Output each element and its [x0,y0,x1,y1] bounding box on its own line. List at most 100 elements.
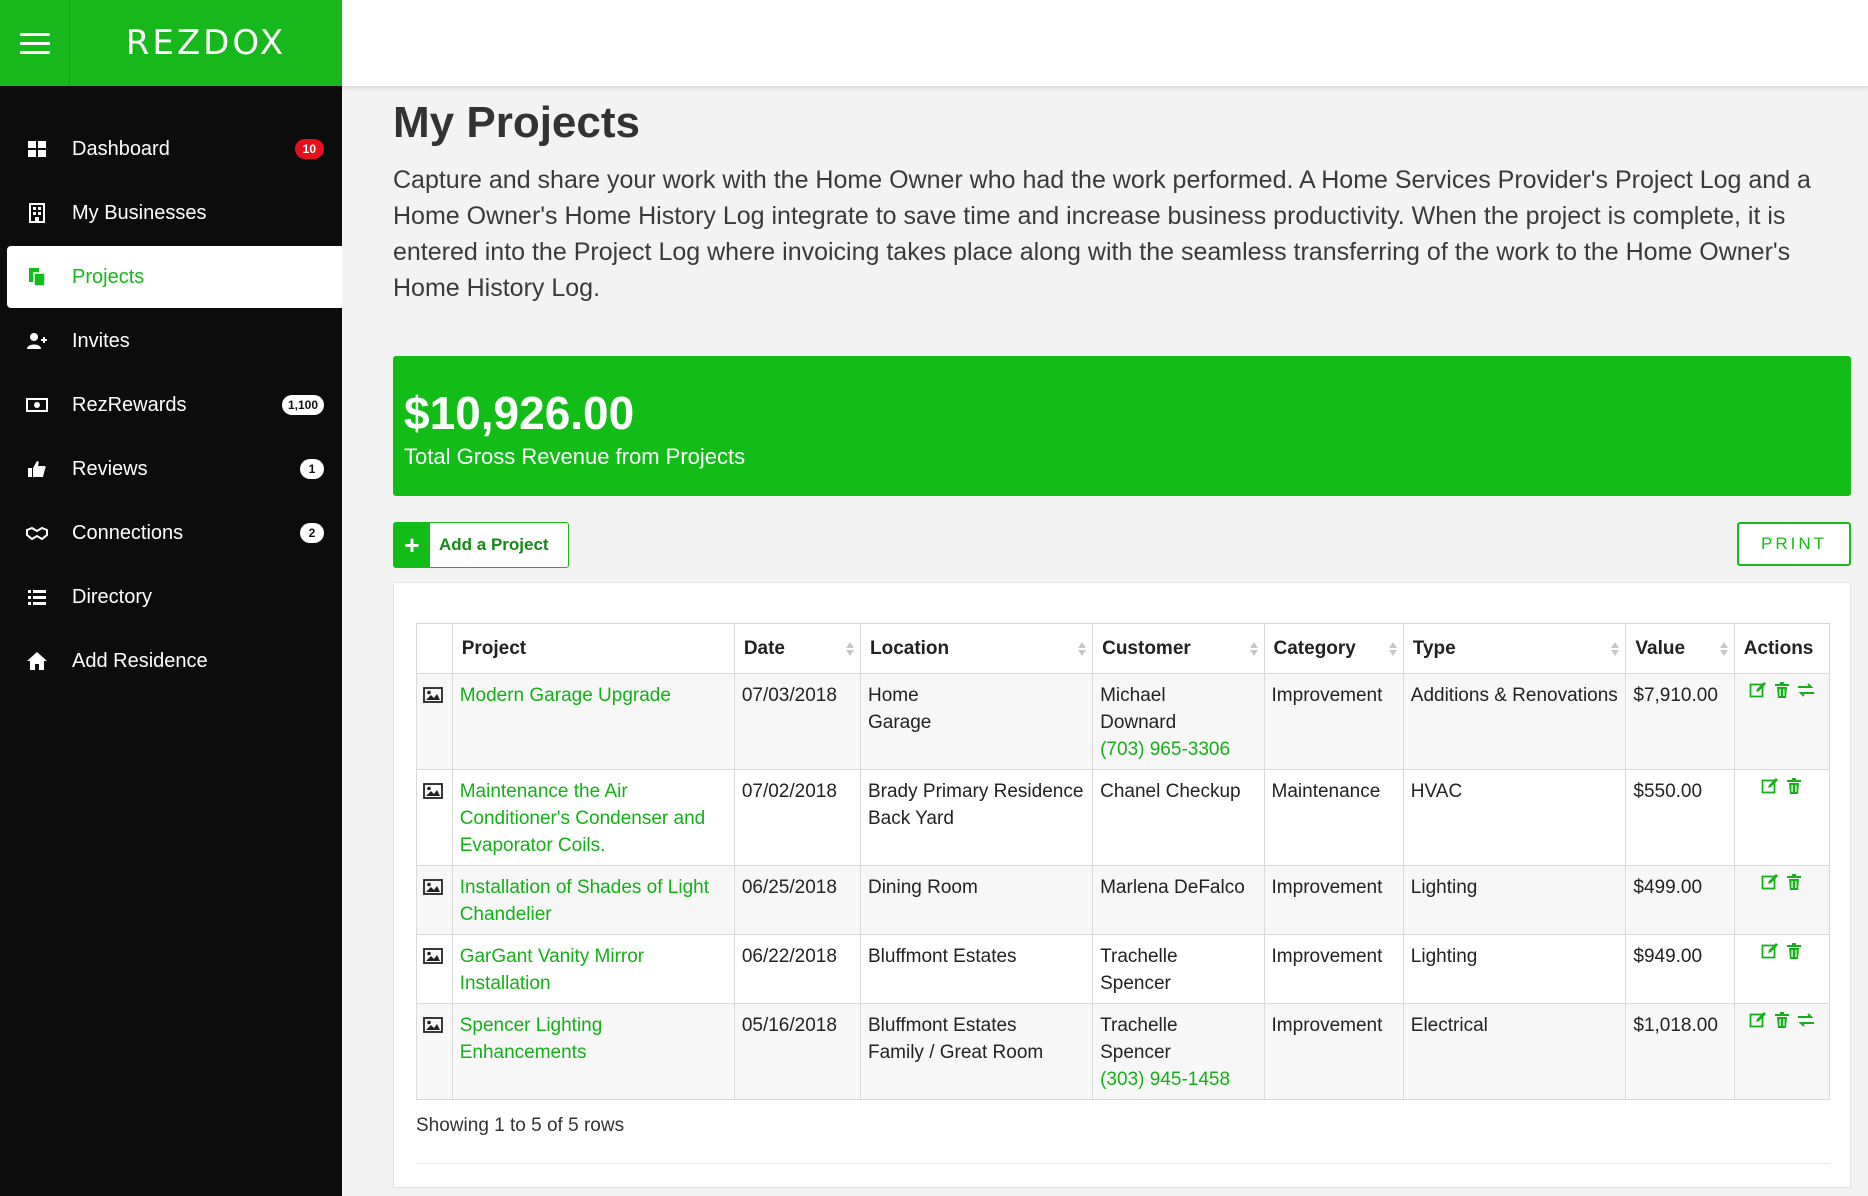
project-cell: Maintenance the Air Conditioner's Conden… [451,769,735,866]
trash-icon[interactable] [1785,941,1803,968]
location-line: Garage [867,712,932,733]
customer-name-line: Spencer [1100,973,1171,994]
photo-icon[interactable] [423,879,443,900]
column-header-value[interactable]: Value [1625,623,1735,674]
sidebar-item-connections[interactable]: Connections 2 [0,502,342,564]
image-cell [416,934,453,1004]
project-cell: GarGant Vanity Mirror Installation [451,934,735,1004]
photo-icon[interactable] [423,948,443,969]
trash-icon[interactable] [1773,1010,1791,1037]
sidebar-item-label: Invites [72,329,130,352]
sidebar-item-label: Connections [72,521,184,544]
hamburger-menu-icon[interactable] [0,0,70,86]
location-cell: Bluffmont Estates Family / Great Room [859,1003,1094,1100]
trash-icon[interactable] [1773,680,1791,707]
project-cell: Installation of Shades of Light Chandeli… [451,865,735,935]
count-badge: 1,100 [281,395,324,415]
category-cell: Improvement [1263,865,1404,935]
plus-icon: + [394,523,430,567]
sort-icon[interactable] [1610,640,1620,658]
column-header-type[interactable]: Type [1402,623,1627,674]
project-link[interactable]: Maintenance the Air Conditioner's Conden… [460,781,706,856]
customer-name-line: Downard [1100,712,1177,733]
edit-icon[interactable] [1761,872,1779,899]
column-header-actions: Actions [1733,623,1831,674]
sidebar-item-add-residence[interactable]: Add Residence [0,630,342,692]
trash-icon[interactable] [1785,776,1803,803]
category-cell: Maintenance [1263,769,1404,866]
project-link[interactable]: GarGant Vanity Mirror Installation [460,946,644,994]
project-link[interactable]: Installation of Shades of Light Chandeli… [460,877,709,925]
sidebar-item-rezrewards[interactable]: RezRewards 1,100 [0,374,342,436]
column-header-label: Location [869,637,950,659]
sidebar-item-dashboard[interactable]: Dashboard 10 [0,118,342,180]
sort-icon[interactable] [845,640,855,658]
edit-icon[interactable] [1761,776,1779,803]
actions-cell [1733,865,1831,935]
project-link[interactable]: Modern Garage Upgrade [460,685,671,706]
main-content: My Projects Capture and share your work … [342,86,1868,1196]
trash-icon[interactable] [1785,872,1803,899]
sidebar-item-directory[interactable]: Directory [0,566,342,628]
table-row: Installation of Shades of Light Chandeli… [416,865,1831,935]
edit-icon[interactable] [1749,680,1767,707]
column-header-label: Date [743,637,785,659]
photo-icon[interactable] [423,783,443,804]
customer-phone-link[interactable]: (703) 965-3306 [1100,736,1256,763]
customer-cell: Trachelle Spencer (303) 945-1458 [1092,1003,1265,1100]
add-project-button[interactable]: + Add a Project [393,522,569,568]
sidebar-item-invites[interactable]: Invites [0,310,342,372]
column-header-customer[interactable]: Customer [1092,623,1265,674]
table-row: GarGant Vanity Mirror Installation 06/22/… [416,934,1831,1004]
edit-icon[interactable] [1749,1010,1767,1037]
logo[interactable]: REZDOX [70,23,342,63]
value-cell: $550.00 [1625,769,1735,866]
location-line: Back Yard [867,808,954,829]
sidebar-item-label: Reviews [72,457,148,480]
actions-cell [1733,673,1831,770]
photo-icon[interactable] [423,687,443,708]
page-description: Capture and share your work with the Hom… [393,166,1811,302]
building-icon [24,200,50,226]
list-icon [24,584,50,610]
column-header-category[interactable]: Category [1263,623,1404,674]
thumbs-up-icon [24,456,50,482]
sort-icon[interactable] [1249,640,1259,658]
sort-icon[interactable] [1388,640,1398,658]
revenue-label: Total Gross Revenue from Projects [404,444,746,469]
column-header-location[interactable]: Location [859,623,1094,674]
column-header-date[interactable]: Date [733,623,861,674]
sidebar-item-reviews[interactable]: Reviews 1 [0,438,342,500]
value-cell: $499.00 [1625,865,1735,935]
location-line: Family / Great Room [867,1042,1044,1063]
location-line: Home [867,685,919,706]
table-header-row: Project Date Location Customer Category Type V… [416,623,1831,674]
photo-icon[interactable] [423,1017,443,1038]
image-cell [416,865,453,935]
projects-panel: Project Date Location Customer Category Type V… [393,582,1851,1188]
date-cell: 07/02/2018 [733,769,861,866]
divider [416,1163,1830,1164]
transfer-icon[interactable] [1797,1010,1815,1037]
location-cell: Home Garage [859,673,1094,770]
sort-icon[interactable] [1719,640,1729,658]
location-cell: Brady Primary Residence Back Yard [859,769,1094,866]
sort-icon[interactable] [1077,640,1087,658]
brand-header: REZDOX [0,0,342,86]
location-cell: Dining Room [859,865,1094,935]
column-header-label: Project [461,637,527,659]
customer-cell: Marlena DeFalco [1092,865,1265,935]
edit-icon[interactable] [1761,941,1779,968]
table-row: Spencer Lighting Enhancements 05/16/2018 B… [416,1003,1831,1100]
column-header-project: Project [451,623,735,674]
value-cell: $7,910.00 [1625,673,1735,770]
print-button[interactable]: PRINT [1737,522,1851,566]
customer-phone-link[interactable]: (303) 945-1458 [1100,1066,1256,1093]
value-cell: $949.00 [1625,934,1735,1004]
column-header-label: Category [1273,637,1356,659]
project-link[interactable]: Spencer Lighting Enhancements [460,1015,603,1063]
transfer-icon[interactable] [1797,680,1815,707]
sidebar-item-my-businesses[interactable]: My Businesses [0,182,342,244]
sidebar-item-projects[interactable]: Projects [7,246,342,308]
type-cell: Lighting [1402,865,1627,935]
